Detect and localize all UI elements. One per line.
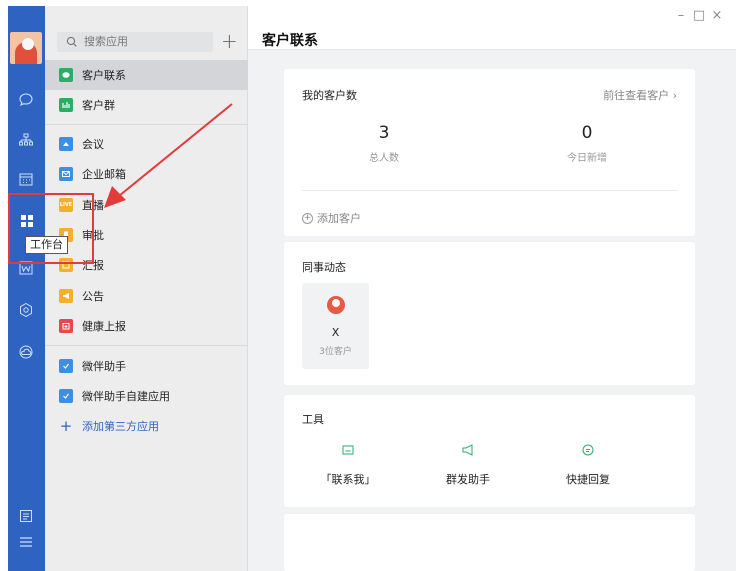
app-item-weiban-assistant[interactable]: 微伴助手 (45, 351, 248, 381)
app-label: 微伴助手自建应用 (82, 390, 170, 403)
app-label: 健康上报 (82, 320, 126, 333)
check-icon (59, 359, 73, 373)
tools-card: 工具 「联系我」 群发助手 快捷回复 (284, 395, 695, 507)
mass-message-tool[interactable]: 群发助手 (428, 443, 508, 487)
add-customer-button[interactable]: + 添加客户 (302, 210, 361, 226)
colleague-customer-count: 3位客户 (319, 347, 352, 357)
app-label: 微伴助手 (82, 360, 126, 373)
maximize-button[interactable]: □ (691, 8, 707, 23)
cloud-icon[interactable] (16, 342, 36, 362)
avatar (327, 296, 345, 314)
card-title: 我的客户数 (302, 89, 357, 102)
new-today-stat: 0 今日新增 (527, 123, 647, 164)
contact-card-icon (342, 445, 354, 455)
add-third-party-app-link[interactable]: + 添加第三方应用 (45, 411, 248, 441)
tool-label: 快捷回复 (566, 473, 610, 486)
colleague-tile[interactable]: X 3位客户 (302, 283, 369, 369)
total-customers-stat: 3 总人数 (324, 123, 444, 164)
health-icon (59, 319, 73, 333)
empty-card (284, 514, 695, 571)
add-app-button[interactable]: + (221, 31, 238, 51)
stat-value: 0 (581, 123, 593, 143)
reply-bubble-icon (582, 444, 594, 456)
view-customers-link[interactable]: 前往查看客户 › (603, 87, 677, 103)
notes-icon[interactable] (16, 506, 36, 526)
meeting-icon (59, 137, 73, 151)
tool-label: 「联系我」 (320, 473, 376, 486)
menu-icon[interactable] (16, 532, 36, 552)
tool-label: 群发助手 (446, 473, 490, 486)
contacts-icon[interactable] (16, 130, 36, 150)
customer-count-card: 我的客户数 前往查看客户 › 3 总人数 0 今日新增 + 添加客户 (284, 69, 695, 236)
mail-icon (59, 167, 73, 181)
group-icon (59, 98, 73, 112)
stat-label: 今日新增 (567, 153, 607, 164)
app-item-announcement[interactable]: 公告 (45, 281, 248, 311)
plus-circle-icon: + (302, 212, 313, 224)
card-title: 同事动态 (302, 261, 346, 274)
nav-rail (8, 6, 45, 571)
title-bar: 客户联系 – □ × (248, 6, 736, 50)
add-customer-label: 添加客户 (317, 212, 361, 225)
megaphone-icon (59, 289, 73, 303)
search-placeholder: 搜索应用 (84, 35, 128, 48)
calendar-icon[interactable] (16, 169, 36, 189)
app-item-customer-contact[interactable]: 客户联系 (45, 60, 248, 90)
search-icon (66, 36, 77, 47)
card-title: 工具 (302, 413, 324, 426)
hexagon-icon[interactable] (16, 300, 36, 320)
stat-value: 3 (378, 123, 390, 143)
search-input[interactable]: 搜索应用 (57, 32, 213, 52)
check-icon (59, 389, 73, 403)
app-item-health-report[interactable]: 健康上报 (45, 311, 248, 341)
app-window: 工作台 搜索应用 + 客户联系 客户群 会议 企业邮箱 LIVE 直播 审批 汇… (0, 0, 736, 571)
user-avatar[interactable] (10, 32, 42, 64)
app-item-weiban-custom[interactable]: 微伴助手自建应用 (45, 381, 248, 411)
app-list-panel: 搜索应用 + 客户联系 客户群 会议 企业邮箱 LIVE 直播 审批 汇报 公告… (45, 6, 248, 571)
stat-label: 总人数 (369, 153, 399, 164)
divider (45, 345, 248, 346)
workbench-tooltip: 工作台 (25, 236, 68, 254)
app-label: 客户联系 (82, 69, 126, 82)
divider (302, 190, 677, 191)
quick-reply-tool[interactable]: 快捷回复 (548, 443, 628, 487)
contact-me-tool[interactable]: 「联系我」 (308, 443, 388, 487)
app-label: 公告 (82, 290, 104, 303)
chat-icon[interactable] (16, 90, 36, 110)
colleague-activity-card: 同事动态 X 3位客户 (284, 242, 695, 385)
page-title: 客户联系 (262, 33, 318, 49)
megaphone-icon (462, 444, 473, 456)
main-content: 客户联系 – □ × 我的客户数 前往查看客户 › 3 总人数 0 今日新增 +… (248, 6, 736, 571)
annotation-arrow (104, 103, 233, 208)
close-button[interactable]: × (709, 8, 725, 23)
chat-bubble-icon (59, 68, 73, 82)
plus-icon: + (59, 417, 73, 435)
app-label: 添加第三方应用 (82, 420, 159, 433)
minimize-button[interactable]: – (673, 8, 689, 23)
colleague-name: X (331, 326, 340, 339)
